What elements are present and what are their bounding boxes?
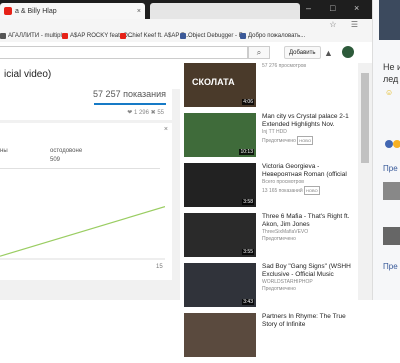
facebook-icon bbox=[180, 33, 186, 39]
video-thumbnail[interactable]: СКОЛАТА 4:06 bbox=[184, 63, 256, 107]
video-views: 57 276 просмотров bbox=[262, 63, 307, 69]
like-dislike-counts[interactable]: ❤ 1 296 ✖ 55 bbox=[127, 109, 164, 116]
video-info-card: 57 257 показания ❤ 1 296 ✖ 55 bbox=[0, 89, 172, 120]
recommended-sidebar: СКОЛАТА 4:06 57 276 просмотров 10:13 Man… bbox=[180, 63, 358, 357]
avatar[interactable] bbox=[342, 46, 354, 58]
video-title[interactable]: Victoria Georgieva - Невероятная Roman (… bbox=[262, 163, 354, 179]
video-thumbnail[interactable]: 3:43 bbox=[184, 263, 256, 307]
side-window: Не и лед ☺ Пре Пре bbox=[372, 0, 400, 300]
new-badge: HOBO bbox=[304, 186, 320, 195]
add-video-button[interactable]: Добавить bbox=[284, 46, 321, 59]
views-chart bbox=[0, 206, 165, 260]
bookmark-item[interactable]: Object Debugger - F... bbox=[180, 33, 247, 39]
bell-icon[interactable]: ▲ bbox=[324, 48, 333, 58]
channel-name: ThreeSixMafiaVEVO bbox=[262, 229, 309, 235]
scrollbar[interactable] bbox=[358, 63, 372, 300]
maximize-icon[interactable]: □ bbox=[330, 3, 335, 13]
minimize-icon[interactable]: – bbox=[306, 3, 311, 13]
video-meta: Victoria Georgieva - Невероятная Roman (… bbox=[262, 163, 354, 195]
video-views: Предотмечено bbox=[262, 286, 296, 292]
list-item[interactable]: СКОЛАТА 4:06 57 276 просмотров bbox=[184, 63, 354, 113]
facebook-icon bbox=[240, 33, 246, 39]
list-item[interactable]: 3:58 Victoria Georgieva - Невероятная Ro… bbox=[184, 163, 354, 213]
channel-name: WORLDSTARHIPHOP bbox=[262, 279, 313, 285]
stats-value: 509 bbox=[50, 157, 61, 163]
window-close-icon[interactable]: × bbox=[354, 3, 359, 13]
side-text: лед bbox=[383, 74, 399, 84]
video-thumbnail[interactable]: 10:13 bbox=[184, 113, 256, 157]
video-meta: Three 6 Mafia - That's Right ft. Akon, J… bbox=[262, 213, 354, 243]
avatar bbox=[383, 182, 400, 200]
search-icon: ⌕ bbox=[256, 48, 262, 57]
thumbnail-text: СКОЛАТА bbox=[192, 77, 235, 87]
tab-active[interactable]: а & Billy Hlap × bbox=[0, 3, 145, 19]
channel-name: Всего просмотров bbox=[262, 179, 304, 185]
youtube-icon bbox=[62, 33, 68, 39]
search-input[interactable] bbox=[0, 46, 248, 59]
stats-label: ны bbox=[0, 148, 8, 154]
divider bbox=[0, 168, 160, 169]
channel-name: Inj TT HDD bbox=[262, 129, 287, 135]
video-views: Предотмечено HOBO bbox=[262, 136, 314, 145]
x-tick-label: 15 bbox=[156, 264, 163, 270]
side-link[interactable]: Пре bbox=[383, 262, 398, 271]
list-item[interactable]: 3:43 Sad Boy "Gang Signs" (WSHH Exclusiv… bbox=[184, 263, 354, 313]
video-title[interactable]: Partners In Rhyme: The True Story of Inf… bbox=[262, 313, 354, 329]
side-image bbox=[379, 0, 400, 40]
duration-badge: 3:55 bbox=[242, 249, 254, 255]
bookmark-icon bbox=[0, 33, 6, 39]
tab-title: а & Billy Hlap bbox=[15, 7, 57, 15]
video-title[interactable]: Man city vs Crystal palace 2-1 Extended … bbox=[262, 113, 354, 129]
new-badge: HOBO bbox=[297, 136, 314, 145]
youtube-favicon-icon bbox=[4, 7, 12, 15]
youtube-header: ⌕ Добавить ▲ bbox=[0, 42, 372, 64]
video-views: 13 165 показаний HOBO bbox=[262, 186, 320, 195]
list-item[interactable]: 10:13 Man city vs Crystal palace 2-1 Ext… bbox=[184, 113, 354, 163]
scrollbar-thumb[interactable] bbox=[361, 73, 369, 163]
video-meta: Sad Boy "Gang Signs" (WSHH Exclusive - O… bbox=[262, 263, 354, 293]
address-bar-icons[interactable]: ☆ ☰ bbox=[329, 20, 364, 29]
side-link[interactable]: Пре bbox=[383, 164, 398, 173]
duration-badge: 10:13 bbox=[239, 149, 254, 155]
bookmark-item[interactable]: Добро пожаловать... bbox=[240, 33, 305, 39]
video-thumbnail[interactable] bbox=[184, 313, 256, 357]
stats-card: × ны остодовоне 509 15 bbox=[0, 123, 172, 280]
view-count: 57 257 показания bbox=[93, 89, 166, 99]
tab-close-icon[interactable]: × bbox=[137, 8, 141, 15]
video-views: Предотмечено bbox=[262, 236, 296, 242]
video-title[interactable]: Three 6 Mafia - That's Right ft. Akon, J… bbox=[262, 213, 354, 229]
side-text: Не и bbox=[383, 62, 400, 72]
video-meta: Man city vs Crystal palace 2-1 Extended … bbox=[262, 113, 354, 145]
duration-badge: 4:06 bbox=[242, 99, 254, 105]
video-title: icial video) bbox=[0, 63, 180, 89]
like-reaction-icon bbox=[385, 140, 393, 148]
tab-bar: а & Billy Hlap × – □ × bbox=[0, 0, 372, 19]
video-title[interactable]: Sad Boy "Gang Signs" (WSHH Exclusive - O… bbox=[262, 263, 354, 279]
tab-inactive[interactable] bbox=[150, 3, 300, 19]
list-item[interactable]: 3:55 Three 6 Mafia - That's Right ft. Ak… bbox=[184, 213, 354, 263]
video-meta: 57 276 просмотров bbox=[262, 63, 354, 70]
list-item[interactable]: Partners In Rhyme: The True Story of Inf… bbox=[184, 313, 354, 363]
video-meta: Partners In Rhyme: The True Story of Inf… bbox=[262, 313, 354, 329]
duration-badge: 3:58 bbox=[242, 199, 254, 205]
bookmark-item[interactable]: АГАЛЛИТИ - multiple bbox=[0, 33, 65, 39]
close-icon[interactable]: × bbox=[164, 126, 168, 133]
video-thumbnail[interactable]: 3:55 bbox=[184, 213, 256, 257]
youtube-icon bbox=[120, 33, 126, 39]
search-button[interactable]: ⌕ bbox=[248, 46, 270, 59]
video-thumbnail[interactable]: 3:58 bbox=[184, 163, 256, 207]
avatar bbox=[383, 227, 400, 245]
haha-reaction-icon bbox=[393, 140, 400, 148]
smile-icon: ☺ bbox=[385, 88, 394, 97]
views-underline bbox=[94, 103, 166, 105]
chart-series-line bbox=[0, 206, 165, 257]
stats-label: остодовоне bbox=[50, 148, 83, 154]
